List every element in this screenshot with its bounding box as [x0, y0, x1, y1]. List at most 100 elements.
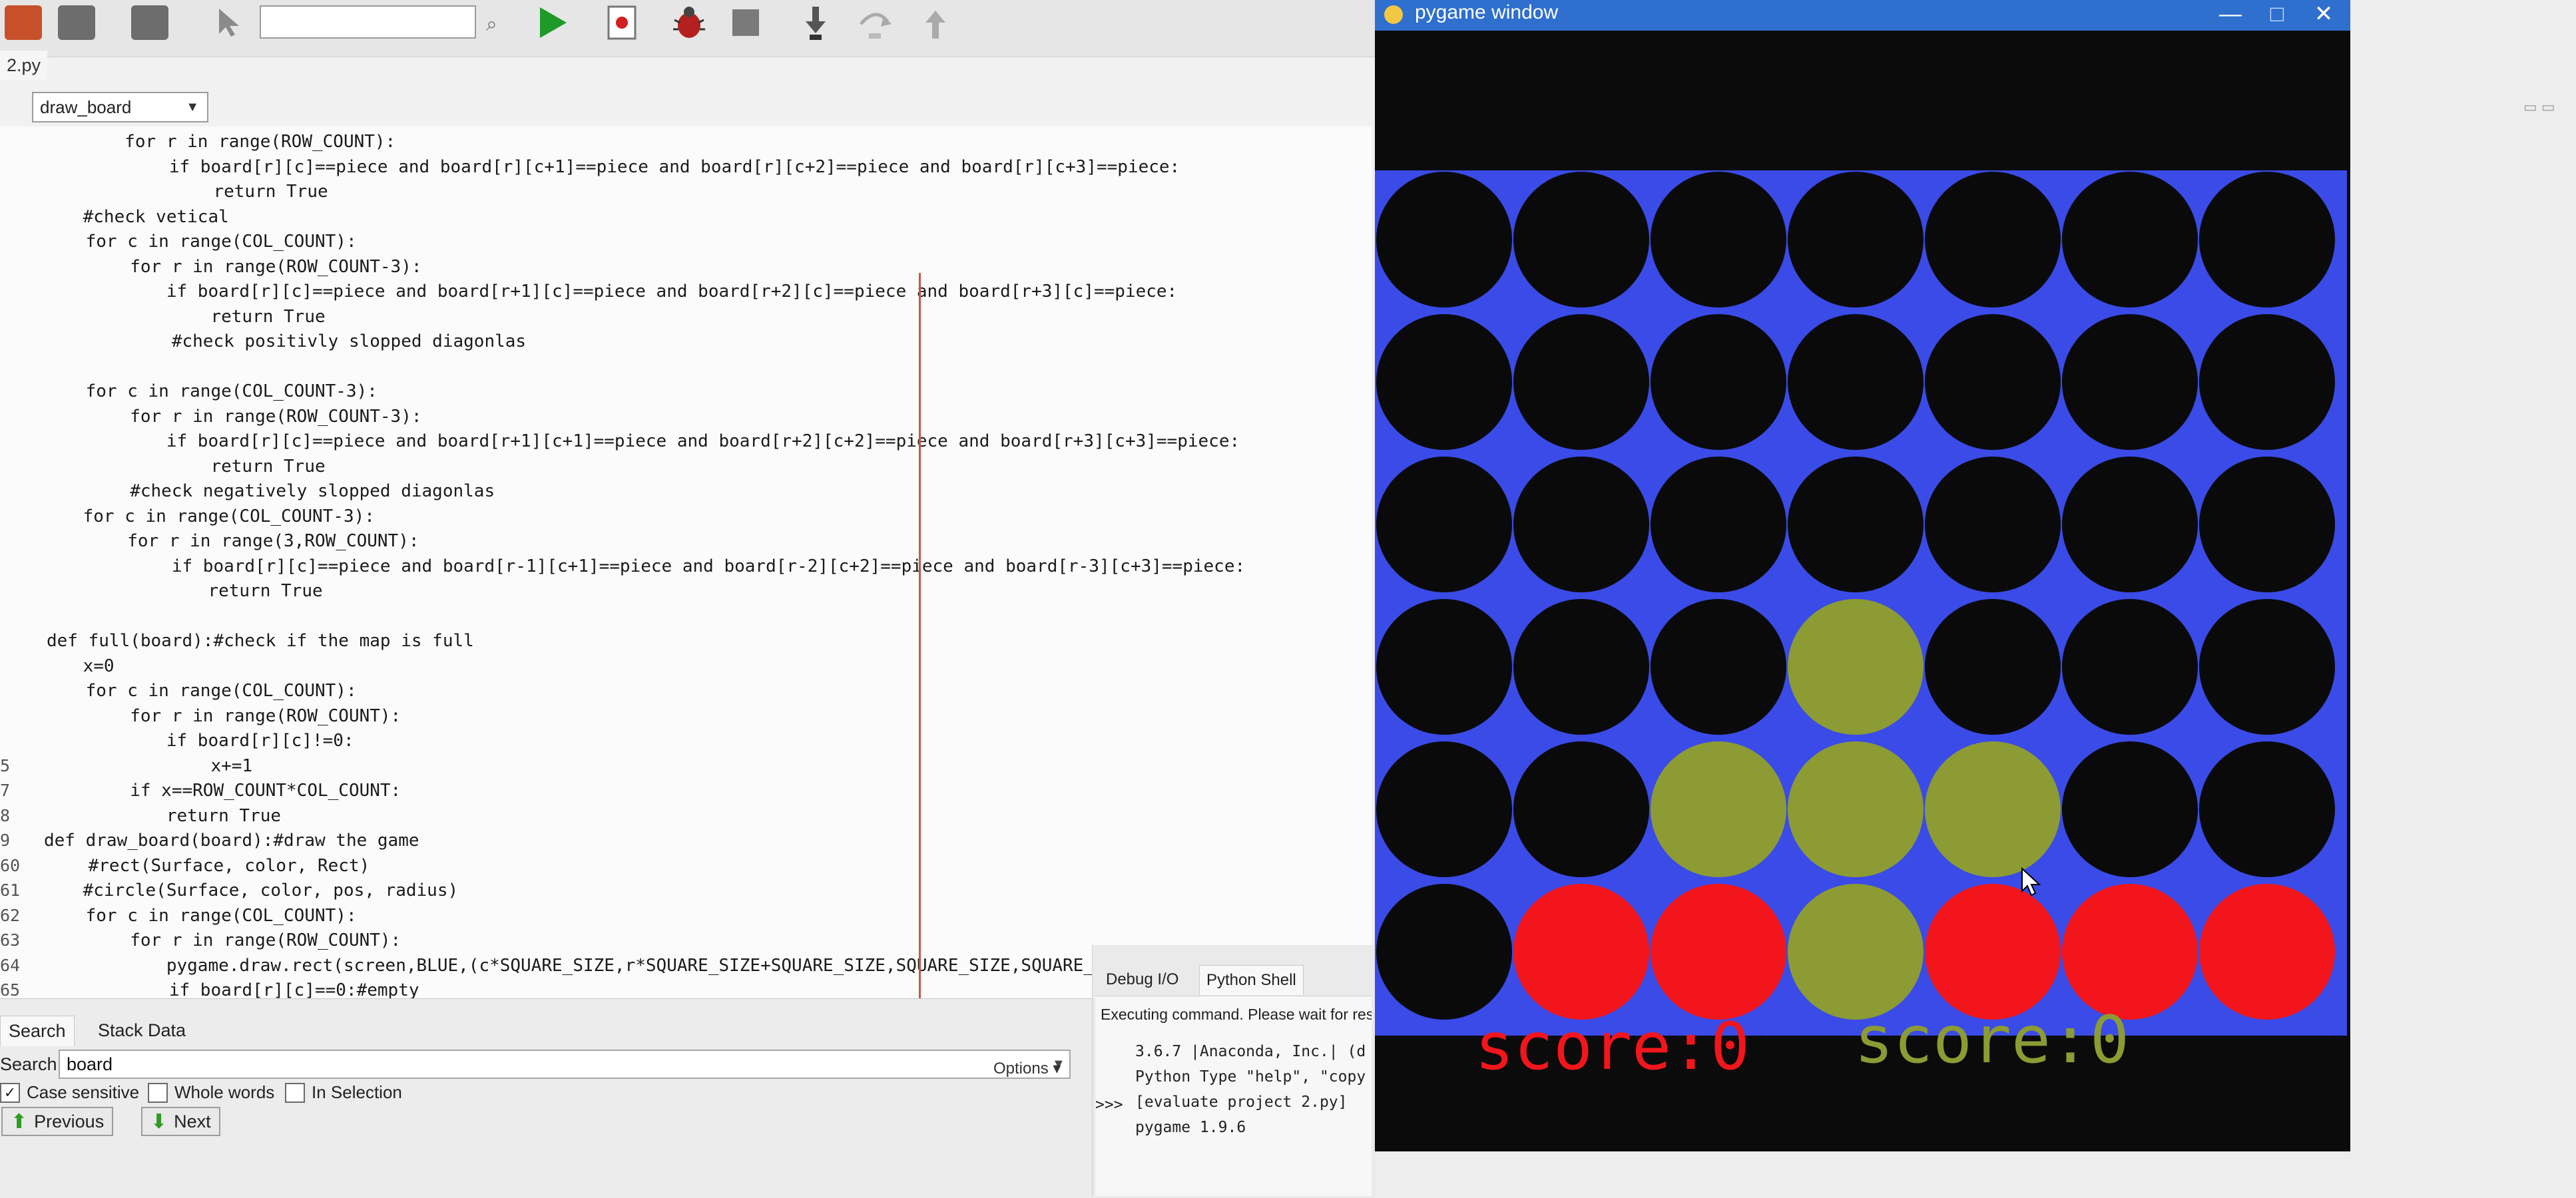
record-icon[interactable] [599, 3, 646, 43]
toolbar-search-input[interactable] [260, 5, 476, 39]
next-button[interactable]: ⬇ Next [141, 1107, 220, 1136]
step-out-icon[interactable] [912, 3, 959, 43]
step-into-icon[interactable] [792, 3, 839, 43]
case-sensitive-label: Case sensitive [27, 1082, 140, 1102]
red-score: score:0 [1475, 1009, 1750, 1085]
line-number: 5 [0, 755, 11, 775]
game-canvas[interactable]: score:0 score:0 [1375, 31, 2350, 1151]
previous-label: Previous [34, 1111, 105, 1131]
empty-slot[interactable] [1651, 599, 1786, 735]
options-menu[interactable]: Options ▾ [993, 1059, 1061, 1078]
line-number: 9 [0, 831, 11, 850]
empty-slot[interactable] [2062, 741, 2198, 877]
empty-slot[interactable] [1925, 172, 2061, 307]
empty-slot[interactable] [1513, 457, 1649, 592]
pointer-icon[interactable] [206, 3, 253, 43]
save-icon[interactable] [127, 3, 173, 43]
shell-line: [evaluate project 2.py] [1135, 1094, 1348, 1111]
code-line: x+=1 [44, 755, 253, 776]
code-line: for c in range(COL_COUNT): [44, 232, 357, 252]
empty-slot[interactable] [2199, 741, 2335, 877]
empty-slot[interactable] [1376, 884, 1512, 1020]
run-icon[interactable] [529, 3, 576, 43]
code-line: for c in range(COL_COUNT-3): [44, 381, 378, 401]
empty-slot[interactable] [2062, 457, 2198, 592]
step-over-icon[interactable] [852, 3, 899, 43]
empty-slot[interactable] [1376, 172, 1512, 307]
empty-slot[interactable] [2199, 599, 2335, 735]
yellow-piece[interactable] [1788, 884, 1924, 1020]
empty-slot[interactable] [2062, 599, 2198, 735]
whole-words-check[interactable] [148, 1082, 168, 1103]
search-label: Search: [0, 1054, 63, 1074]
code-line: def full(board):#check if the map is ful… [47, 631, 474, 651]
empty-slot[interactable] [2062, 172, 2198, 307]
debug-bug-icon[interactable] [666, 3, 712, 43]
tab-stack-data[interactable]: Stack Data [90, 1016, 194, 1046]
file-tab[interactable]: 2.py [0, 51, 48, 80]
next-label: Next [174, 1111, 211, 1131]
case-sensitive-check[interactable]: ✓ [0, 1082, 20, 1103]
empty-slot[interactable] [1788, 314, 1924, 450]
empty-slot[interactable] [2199, 314, 2335, 450]
search-icon[interactable]: ⌕ [486, 13, 497, 36]
red-piece[interactable] [1925, 884, 2061, 1020]
shell-lines: 3.6.7 |Anaconda, Inc.| (d Python Type "h… [1135, 1043, 1366, 1144]
code-line: return True [44, 456, 326, 477]
new-file-icon[interactable] [0, 3, 47, 43]
in-selection-check[interactable] [285, 1082, 305, 1103]
empty-slot[interactable] [1513, 172, 1649, 307]
yellow-piece[interactable] [1788, 599, 1924, 735]
code-line: pygame.draw.rect(screen,BLUE,(c*SQUARE_S… [41, 955, 1157, 976]
code-line: #check negatively slopped diagonlas [47, 481, 495, 501]
empty-slot[interactable] [1376, 741, 1512, 877]
tab-debug-io[interactable]: Debug I/O [1099, 965, 1185, 994]
empty-slot[interactable] [1513, 314, 1649, 450]
stop-icon[interactable] [722, 3, 769, 43]
pygame-titlebar[interactable]: pygame window — □ ✕ [1375, 0, 2350, 31]
empty-slot[interactable] [1376, 599, 1512, 735]
red-piece[interactable] [2199, 884, 2335, 1020]
minimize-button[interactable]: — [2207, 0, 2254, 31]
empty-slot[interactable] [1925, 599, 2061, 735]
empty-slot[interactable] [1925, 314, 2061, 450]
yellow-piece[interactable] [1651, 741, 1786, 877]
empty-slot[interactable] [2199, 172, 2335, 307]
line-number: 61 [0, 881, 21, 900]
code-line: return True [41, 805, 282, 826]
whole-words-checkbox[interactable]: Whole words [148, 1082, 274, 1103]
empty-slot[interactable] [1376, 314, 1512, 450]
scope-dropdown[interactable]: draw_board ▼ [32, 92, 208, 122]
empty-slot[interactable] [1788, 457, 1924, 592]
options-label: Options [993, 1060, 1049, 1078]
yellow-piece[interactable] [1788, 741, 1924, 877]
empty-slot[interactable] [1376, 457, 1512, 592]
tab-search[interactable]: Search [0, 1016, 75, 1046]
search-input[interactable]: board [59, 1050, 1071, 1079]
red-piece[interactable] [1513, 884, 1649, 1020]
in-selection-checkbox[interactable]: In Selection [285, 1082, 402, 1103]
tab-python-shell[interactable]: Python Shell [1199, 965, 1304, 995]
red-piece[interactable] [2062, 884, 2198, 1020]
empty-slot[interactable] [1513, 599, 1649, 735]
empty-slot[interactable] [1513, 741, 1649, 877]
empty-slot[interactable] [2199, 457, 2335, 592]
case-sensitive-checkbox[interactable]: ✓ Case sensitive [0, 1082, 139, 1103]
shell-output[interactable]: Executing command. Please wait for res >… [1095, 996, 1372, 1196]
previous-button[interactable]: ⬆ Previous [1, 1107, 114, 1136]
code-editor[interactable]: for r in range(ROW_COUNT): if board[r][c… [0, 126, 1372, 998]
red-piece[interactable] [1651, 884, 1786, 1020]
connect-four-board[interactable] [1375, 170, 2347, 1036]
empty-slot[interactable] [2062, 314, 2198, 450]
empty-slot[interactable] [1925, 457, 2061, 592]
empty-slot[interactable] [1651, 457, 1786, 592]
code-line: x=0 [41, 656, 115, 676]
empty-slot[interactable] [1651, 314, 1786, 450]
empty-slot[interactable] [1651, 172, 1786, 307]
close-button[interactable]: ✕ [2300, 0, 2347, 31]
empty-slot[interactable] [1788, 172, 1924, 307]
open-file-icon[interactable] [53, 3, 100, 43]
yellow-piece[interactable] [1925, 741, 2061, 877]
line-number: 65 [0, 980, 21, 998]
maximize-button[interactable]: □ [2254, 0, 2300, 31]
